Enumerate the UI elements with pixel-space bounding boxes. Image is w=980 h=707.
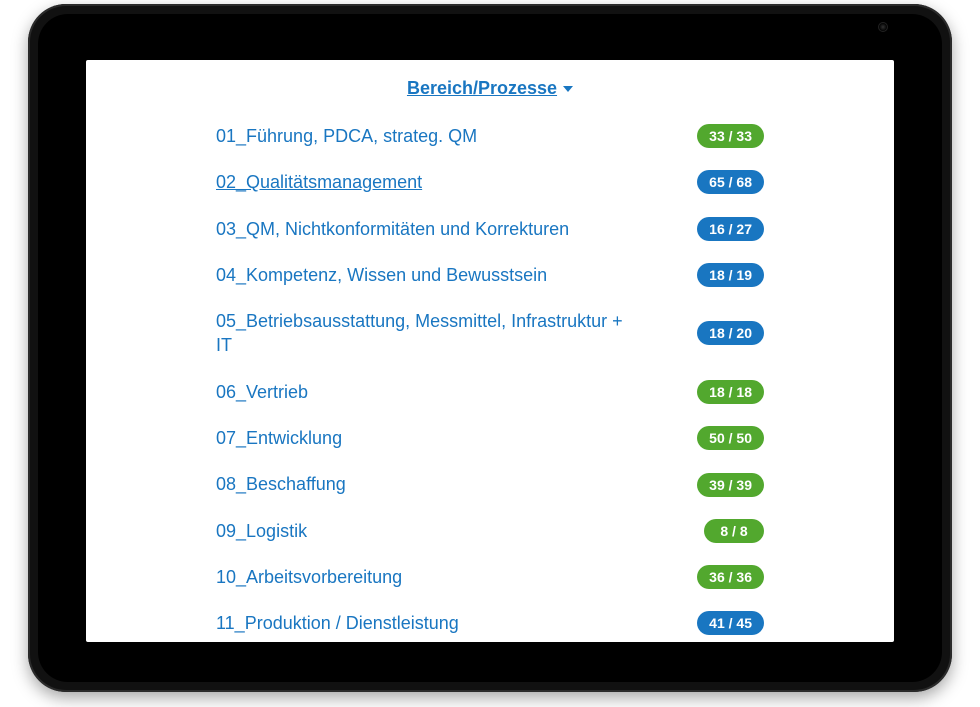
process-link[interactable]: 06_Vertrieb [216, 380, 308, 404]
process-row: 05_Betriebsausstattung, Messmittel, Infr… [216, 298, 764, 369]
process-row: 11_Produktion / Dienstleistung 41 / 45 [216, 600, 764, 642]
process-row: 04_Kompetenz, Wissen und Bewusstsein 18 /… [216, 252, 764, 298]
process-row: 06_Vertrieb 18 / 18 [216, 369, 764, 415]
count-badge: 16 / 27 [697, 217, 764, 241]
tablet-camera [878, 22, 888, 32]
tablet-frame: Bereich/Prozesse 01_Führung, PDCA, strat… [28, 4, 952, 692]
process-link[interactable]: 04_Kompetenz, Wissen und Bewusstsein [216, 263, 547, 287]
process-link[interactable]: 09_Logistik [216, 519, 307, 543]
process-link[interactable]: 05_Betriebsausstattung, Messmittel, Infr… [216, 309, 636, 358]
count-badge: 36 / 36 [697, 565, 764, 589]
process-list: 01_Führung, PDCA, strateg. QM 33 / 33 02_Q… [86, 113, 894, 642]
count-badge: 18 / 20 [697, 321, 764, 345]
process-link[interactable]: 07_Entwicklung [216, 426, 342, 450]
count-badge: 18 / 19 [697, 263, 764, 287]
count-badge: 8 / 8 [704, 519, 764, 543]
process-row: 08_Beschaffung 39 / 39 [216, 461, 764, 507]
count-badge: 39 / 39 [697, 473, 764, 497]
app-screen: Bereich/Prozesse 01_Führung, PDCA, strat… [86, 60, 894, 642]
process-link[interactable]: 08_Beschaffung [216, 472, 346, 496]
process-link[interactable]: 03_QM, Nichtkonformitäten und Korrekture… [216, 217, 569, 241]
process-row: 03_QM, Nichtkonformitäten und Korrekture… [216, 206, 764, 252]
process-link[interactable]: 01_Führung, PDCA, strateg. QM [216, 124, 477, 148]
process-link[interactable]: 11_Produktion / Dienstleistung [216, 611, 459, 635]
process-row: 10_Arbeitsvorbereitung 36 / 36 [216, 554, 764, 600]
count-badge: 18 / 18 [697, 380, 764, 404]
count-badge: 41 / 45 [697, 611, 764, 635]
column-header: Bereich/Prozesse [86, 78, 894, 113]
process-row: 09_Logistik 8 / 8 [216, 508, 764, 554]
process-link[interactable]: 02_Qualitätsmanagement [216, 170, 422, 194]
process-row: 02_Qualitätsmanagement 65 / 68 [216, 159, 764, 205]
process-link[interactable]: 10_Arbeitsvorbereitung [216, 565, 402, 589]
header-title: Bereich/Prozesse [407, 78, 557, 99]
count-badge: 65 / 68 [697, 170, 764, 194]
process-row: 07_Entwicklung 50 / 50 [216, 415, 764, 461]
caret-down-icon [563, 86, 573, 92]
header-dropdown[interactable]: Bereich/Prozesse [407, 78, 573, 99]
count-badge: 33 / 33 [697, 124, 764, 148]
process-row: 01_Führung, PDCA, strateg. QM 33 / 33 [216, 113, 764, 159]
count-badge: 50 / 50 [697, 426, 764, 450]
